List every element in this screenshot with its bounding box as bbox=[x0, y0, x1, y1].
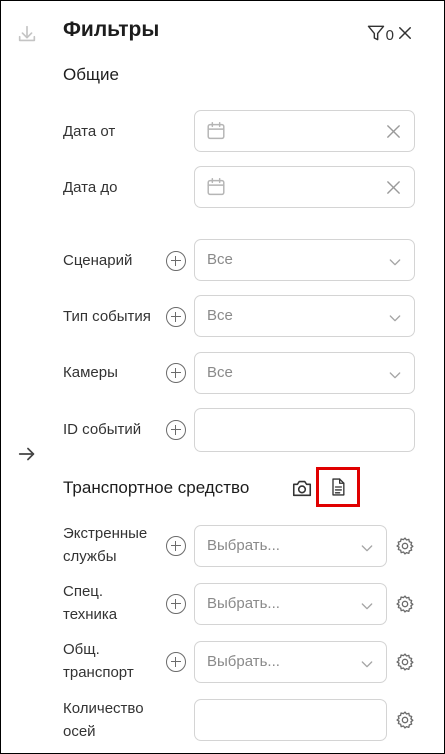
download-icon[interactable] bbox=[15, 22, 39, 46]
gear-icon[interactable] bbox=[395, 710, 415, 730]
section-general-title: Общие bbox=[63, 65, 119, 84]
special-label-line1: Спец. bbox=[63, 583, 104, 600]
event-type-value: Все bbox=[207, 307, 233, 324]
emergency-add-icon[interactable] bbox=[166, 536, 186, 556]
emergency-placeholder: Выбрать... bbox=[207, 537, 280, 554]
camera-icon[interactable] bbox=[291, 477, 313, 499]
close-icon[interactable] bbox=[396, 24, 414, 47]
cameras-add-icon[interactable] bbox=[166, 363, 186, 383]
public-placeholder: Выбрать... bbox=[207, 653, 280, 670]
calendar-icon[interactable] bbox=[205, 120, 227, 142]
clear-icon[interactable] bbox=[385, 179, 402, 196]
cameras-select[interactable]: Все bbox=[194, 352, 415, 394]
filter-icon[interactable] bbox=[366, 23, 386, 48]
special-label-line2: техника bbox=[63, 606, 118, 623]
arrow-right-icon[interactable] bbox=[15, 442, 39, 466]
special-placeholder: Выбрать... bbox=[207, 595, 280, 612]
header-actions: 0 bbox=[366, 23, 414, 48]
calendar-icon[interactable] bbox=[205, 176, 227, 198]
date-from-field[interactable] bbox=[194, 110, 415, 152]
special-select[interactable]: Выбрать... bbox=[194, 583, 387, 625]
chevron-down-icon bbox=[361, 661, 373, 668]
event-type-add-icon[interactable] bbox=[166, 307, 186, 327]
date-to-label: Дата до bbox=[63, 179, 118, 196]
filters-panel: Фильтры 0 Общие Дата от Дата до Сценарий… bbox=[0, 0, 445, 754]
side-rail bbox=[1, 1, 53, 753]
scenario-select[interactable]: Все bbox=[194, 239, 415, 281]
section-transport-title: Транспортное средство bbox=[63, 478, 250, 497]
clear-icon[interactable] bbox=[385, 123, 402, 140]
emergency-select[interactable]: Выбрать... bbox=[194, 525, 387, 567]
axles-label-line2: осей bbox=[63, 723, 96, 740]
special-add-icon[interactable] bbox=[166, 594, 186, 614]
event-type-select[interactable]: Все bbox=[194, 295, 415, 337]
event-type-label: Тип события bbox=[63, 308, 151, 325]
chevron-down-icon bbox=[361, 545, 373, 552]
document-button[interactable] bbox=[316, 467, 360, 507]
public-label-line2: транспорт bbox=[63, 664, 134, 681]
page-title: Фильтры bbox=[63, 18, 160, 41]
axles-input[interactable] bbox=[194, 699, 387, 741]
event-ids-input[interactable] bbox=[194, 408, 415, 452]
emergency-label-line1: Экстренные bbox=[63, 525, 148, 542]
chevron-down-icon bbox=[389, 259, 401, 266]
chevron-down-icon bbox=[389, 315, 401, 322]
gear-icon[interactable] bbox=[395, 652, 415, 672]
gear-icon[interactable] bbox=[395, 594, 415, 614]
gear-icon[interactable] bbox=[395, 536, 415, 556]
public-label-line1: Общ. bbox=[63, 641, 100, 658]
scenario-value: Все bbox=[207, 251, 233, 268]
event-ids-label: ID событий bbox=[63, 421, 142, 438]
date-to-field[interactable] bbox=[194, 166, 415, 208]
event-ids-add-icon[interactable] bbox=[166, 420, 186, 440]
cameras-value: Все bbox=[207, 364, 233, 381]
chevron-down-icon bbox=[389, 372, 401, 379]
public-add-icon[interactable] bbox=[166, 652, 186, 672]
date-from-label: Дата от bbox=[63, 123, 116, 140]
cameras-label: Камеры bbox=[63, 364, 118, 381]
public-select[interactable]: Выбрать... bbox=[194, 641, 387, 683]
axles-label-line1: Количество bbox=[63, 700, 144, 717]
document-icon bbox=[332, 478, 345, 496]
scenario-add-icon[interactable] bbox=[166, 251, 186, 271]
chevron-down-icon bbox=[361, 603, 373, 610]
scenario-label: Сценарий bbox=[63, 252, 133, 269]
emergency-label-line2: службы bbox=[63, 548, 117, 565]
filter-count: 0 bbox=[385, 27, 394, 44]
